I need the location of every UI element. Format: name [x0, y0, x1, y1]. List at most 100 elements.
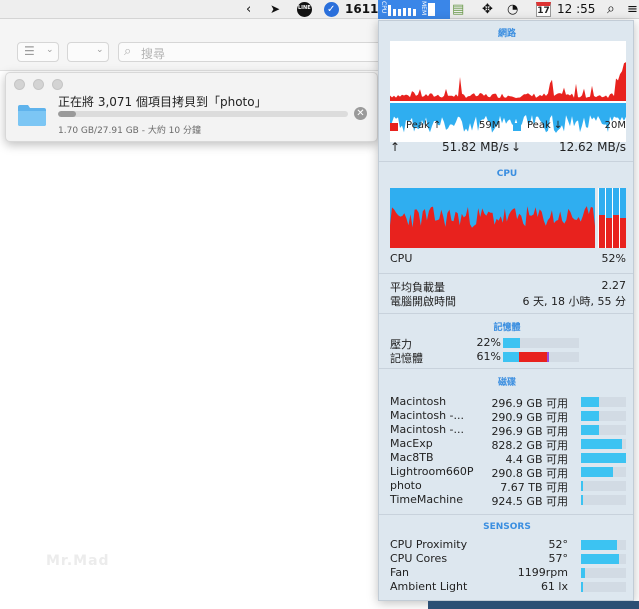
disk-usage-fill [581, 411, 599, 421]
upload-legend-swatch [390, 123, 398, 131]
disk-name: Lightroom660P [390, 465, 474, 478]
peak-up-value: 59M [479, 120, 501, 131]
network-peaks: Peak ↑ 59M Peak ↓ 20M [390, 120, 626, 134]
badge-count[interactable]: 1611 [345, 0, 378, 19]
copy-progress-dialog: 正在將 3,071 個項目拷貝到「photo」 ✕ 1.70 GB/27.91 … [5, 72, 378, 142]
cpu-core-bar-fill [620, 218, 626, 248]
cpu-usage-row: CPU 52% [390, 252, 626, 266]
cpu-graph [390, 188, 626, 248]
sensor-row: Fan 1199rpm [390, 566, 626, 580]
download-arrow-icon: ↓ [511, 140, 522, 154]
network-rates: ↑ 51.82 MB/s ↓ 12.62 MB/s [390, 140, 626, 154]
view-options-button[interactable]: ☰ ⌄ [17, 42, 59, 62]
copy-progress-bar [58, 111, 348, 117]
disk-row: Macintosh -... 290.9 GB 可用 [390, 409, 626, 424]
sensor-value: 1199rpm [517, 566, 568, 579]
disk-usage-fill [581, 481, 584, 491]
disks-section: 磁碟 Macintosh 296.9 GB 可用 Macintosh -... 290… [379, 368, 633, 514]
cpu-core-bar-fill [606, 218, 612, 248]
memory-usage-row: 記憶體 61% [390, 350, 626, 365]
copy-progress-fill [58, 111, 76, 117]
move-icon[interactable]: ✥ [482, 0, 493, 19]
sensor-name: Ambient Light [390, 580, 468, 593]
disk-usage-fill [581, 439, 622, 449]
uptime-value: 6 天, 18 小時, 55 分 [522, 295, 626, 308]
istat-mem-label: MEM [420, 1, 427, 16]
wifi-icon[interactable]: ◔ [507, 0, 518, 19]
memory-section: 記憶體 壓力 22% 記憶體 61% [379, 313, 633, 368]
line-app-icon[interactable]: LINE [297, 2, 312, 17]
mail-app-icon[interactable]: ✓ [324, 2, 339, 17]
istat-cpu-core-bar [408, 8, 411, 16]
spotlight-search-icon[interactable]: ⌕ [607, 0, 615, 19]
disk-name: Macintosh [390, 395, 447, 408]
memory-compressed-fill [547, 352, 550, 362]
disk-free: 924.5 GB 可用 [491, 495, 568, 508]
disk-row: Mac8TB 4.4 GB 可用 [390, 451, 626, 466]
disk-name: Macintosh -... [390, 409, 465, 422]
disk-usage-fill [581, 495, 584, 505]
sensor-row: CPU Cores 57° [390, 552, 626, 566]
istat-mem-bar [428, 3, 435, 16]
notes-icon[interactable]: ▤ [452, 0, 464, 19]
disk-usage-bar [581, 411, 626, 421]
sensor-level-fill [581, 568, 585, 578]
chevron-down-icon: ⌄ [46, 45, 54, 55]
upload-rate: 51.82 MB/s [442, 140, 510, 154]
cancel-copy-button[interactable]: ✕ [354, 107, 367, 120]
minimize-window-button[interactable] [33, 79, 44, 90]
search-placeholder: 搜尋 [141, 47, 166, 61]
cpu-section: CPU CPU 52% 平均負載量 2.27 電腦開啟時間 6 天, 18 小時… [379, 161, 633, 313]
list-view-icon: ☰ [24, 44, 35, 58]
sensor-level-fill [581, 540, 617, 550]
copy-status: 1.70 GB/27.91 GB - 大約 10 分鐘 [58, 126, 201, 136]
network-section-title: 網路 [497, 29, 516, 39]
memory-active-fill [519, 352, 548, 362]
notification-center-icon[interactable]: ≡ [627, 0, 638, 19]
cpu-core-bar-fill [613, 215, 619, 248]
disk-row: TimeMachine 924.5 GB 可用 [390, 493, 626, 508]
disk-name: photo [390, 479, 422, 492]
cpu-label: CPU [390, 252, 413, 265]
line-app-label: LINE [298, 5, 311, 11]
download-legend-swatch [513, 123, 521, 131]
sensor-row: Ambient Light 61 lx [390, 580, 626, 594]
arrange-button[interactable]: ⌄ [67, 42, 109, 62]
menu-bar: ‹ ➤ LINE ✓ 1611 CPU MEM ▤ ✥ ◔ 17 12 :55 … [0, 0, 639, 19]
peak-down-label: Peak ↓ [527, 120, 563, 131]
sensors-section: SENSORS CPU Proximity 52° CPU Cores 57° Fan 1… [379, 514, 633, 600]
disk-row: photo 7.67 TB 可用 [390, 479, 626, 494]
sensor-level-bar [581, 568, 626, 578]
disk-usage-bar [581, 397, 626, 407]
zoom-window-button[interactable] [52, 79, 63, 90]
istat-cpu-core-bar [388, 5, 391, 16]
disk-usage-bar [581, 481, 626, 491]
back-chevron-icon[interactable]: ‹ [246, 0, 251, 19]
folder-icon [18, 105, 46, 126]
close-window-button[interactable] [14, 79, 25, 90]
sensor-value: 61 lx [540, 580, 568, 593]
search-field[interactable]: ⌕ 搜尋 [118, 42, 380, 62]
download-rate: 12.62 MB/s [558, 140, 626, 154]
clock[interactable]: 12 :55 [557, 0, 595, 19]
sensor-row: CPU Proximity 52° [390, 538, 626, 552]
disk-usage-bar [581, 495, 626, 505]
cursor-icon[interactable]: ➤ [270, 0, 280, 19]
istat-panel: 網路 Peak ↑ 59M Peak ↓ 20M ↑ 51.82 MB/s ↓ … [378, 20, 634, 601]
disk-name: Mac8TB [390, 451, 434, 464]
disk-usage-fill [581, 453, 626, 463]
sensor-level-bar [581, 554, 626, 564]
istat-cpu-core-bar [398, 9, 401, 16]
disk-row: Lightroom660P 290.8 GB 可用 [390, 465, 626, 480]
sensor-value: 57° [548, 552, 569, 565]
cpu-value: 52% [601, 252, 626, 265]
istat-cpu-core-bar [393, 9, 396, 16]
disk-row: MacExp 828.2 GB 可用 [390, 437, 626, 452]
disk-usage-fill [581, 425, 599, 435]
istat-menu-item[interactable]: CPU MEM [378, 0, 450, 19]
calendar-icon[interactable]: 17 [536, 2, 551, 17]
memory-usage-label: 記憶體 [390, 352, 423, 365]
cpu-core-bar-fill [599, 215, 605, 248]
disk-usage-bar [581, 425, 626, 435]
sensor-level-fill [581, 554, 620, 564]
